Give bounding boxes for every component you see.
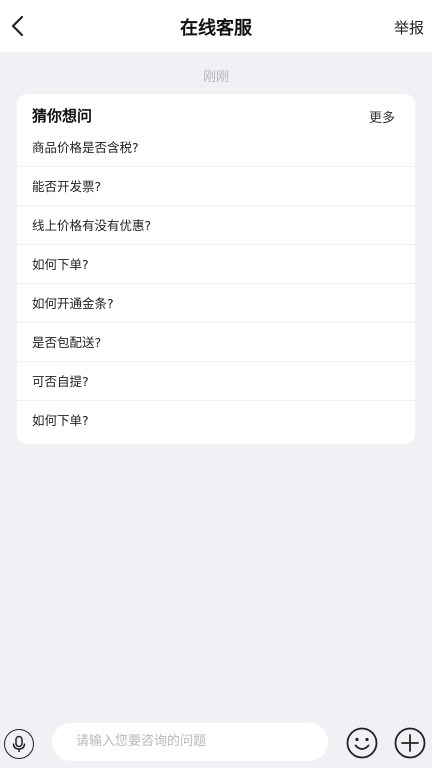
faq-question-item[interactable]: 线上价格有没有优惠?: [17, 206, 415, 245]
faq-question-item[interactable]: 能否开发票?: [17, 167, 415, 206]
message-input[interactable]: 请输入您要咨询的问题: [52, 723, 328, 761]
smiley-icon: [346, 727, 378, 759]
faq-question-item[interactable]: 如何下单?: [17, 245, 415, 284]
faq-question-item[interactable]: 如何下单?: [17, 401, 415, 440]
top-nav-bar: 在线客服 举报: [0, 0, 432, 52]
message-input-bar: 请输入您要咨询的问题: [0, 720, 432, 768]
plus-circle-icon: [394, 727, 426, 759]
microphone-icon: [12, 735, 26, 752]
page-title: 在线客服: [180, 18, 252, 39]
report-button[interactable]: 举报: [394, 17, 424, 38]
voice-input-button[interactable]: [4, 729, 34, 759]
faq-question-item[interactable]: 是否包配送?: [17, 323, 415, 362]
faq-question-list: 商品价格是否含税? 能否开发票? 线上价格有没有优惠? 如何下单? 如何开通金条…: [17, 128, 415, 440]
faq-card-title: 猜你想问: [32, 107, 93, 125]
more-button[interactable]: 更多: [369, 107, 395, 126]
message-timestamp: 刚刚: [202, 70, 229, 85]
faq-card: 猜你想问 更多 商品价格是否含税? 能否开发票? 线上价格有没有优惠? 如何下单…: [17, 94, 415, 444]
add-attachment-button[interactable]: [393, 726, 427, 760]
faq-question-item[interactable]: 如何开通金条?: [17, 284, 415, 323]
faq-question-item[interactable]: 可否自提?: [17, 362, 415, 401]
faq-question-item[interactable]: 商品价格是否含税?: [17, 128, 415, 167]
emoji-button[interactable]: [345, 726, 379, 760]
